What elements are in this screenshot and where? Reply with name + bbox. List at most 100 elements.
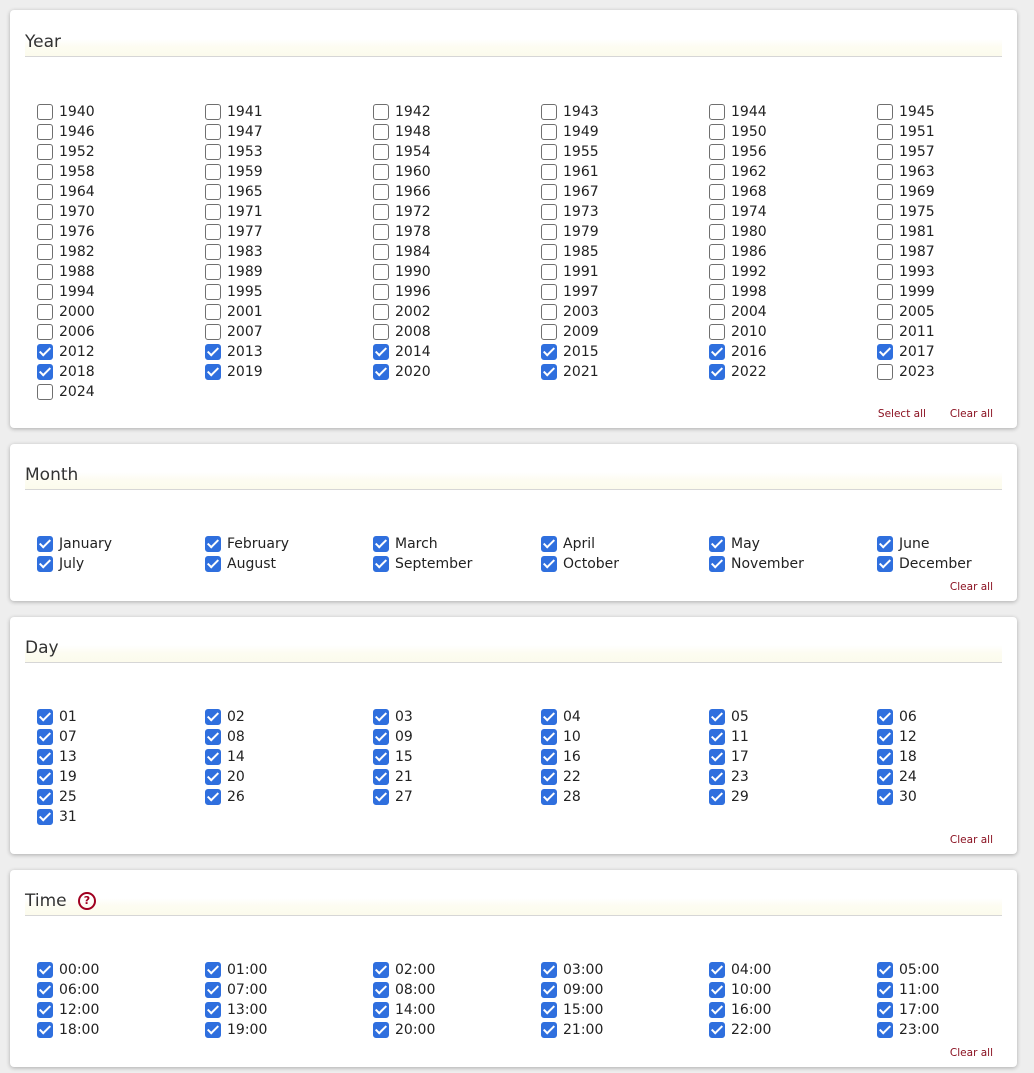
day-option-03[interactable]: 03: [373, 707, 541, 727]
checkbox-unchecked-icon[interactable]: [541, 304, 557, 320]
day-option-19[interactable]: 19: [37, 767, 205, 787]
checkbox-unchecked-icon[interactable]: [373, 224, 389, 240]
checkbox-unchecked-icon[interactable]: [37, 184, 53, 200]
checkbox-unchecked-icon[interactable]: [877, 144, 893, 160]
checkbox-checked-icon[interactable]: [205, 769, 221, 785]
month-option-January[interactable]: January: [37, 534, 205, 554]
checkbox-checked-icon[interactable]: [541, 962, 557, 978]
time-option-2200[interactable]: 22:00: [709, 1020, 877, 1040]
checkbox-unchecked-icon[interactable]: [877, 204, 893, 220]
day-option-30[interactable]: 30: [877, 787, 1034, 807]
checkbox-checked-icon[interactable]: [541, 729, 557, 745]
day-option-09[interactable]: 09: [373, 727, 541, 747]
time-option-0900[interactable]: 09:00: [541, 980, 709, 1000]
checkbox-checked-icon[interactable]: [541, 344, 557, 360]
checkbox-checked-icon[interactable]: [541, 364, 557, 380]
checkbox-unchecked-icon[interactable]: [205, 324, 221, 340]
checkbox-unchecked-icon[interactable]: [37, 304, 53, 320]
checkbox-unchecked-icon[interactable]: [373, 124, 389, 140]
checkbox-checked-icon[interactable]: [373, 344, 389, 360]
year-option-2014[interactable]: 2014: [373, 342, 541, 362]
checkbox-checked-icon[interactable]: [37, 749, 53, 765]
checkbox-unchecked-icon[interactable]: [373, 264, 389, 280]
checkbox-unchecked-icon[interactable]: [205, 224, 221, 240]
checkbox-unchecked-icon[interactable]: [205, 184, 221, 200]
year-option-1960[interactable]: 1960: [373, 162, 541, 182]
year-option-1944[interactable]: 1944: [709, 102, 877, 122]
checkbox-checked-icon[interactable]: [877, 749, 893, 765]
checkbox-unchecked-icon[interactable]: [877, 304, 893, 320]
checkbox-unchecked-icon[interactable]: [709, 204, 725, 220]
day-option-31[interactable]: 31: [37, 807, 205, 827]
year-clear-all-link[interactable]: Clear all: [950, 408, 993, 420]
year-option-1997[interactable]: 1997: [541, 282, 709, 302]
year-option-1943[interactable]: 1943: [541, 102, 709, 122]
day-option-07[interactable]: 07: [37, 727, 205, 747]
checkbox-unchecked-icon[interactable]: [541, 104, 557, 120]
year-option-1972[interactable]: 1972: [373, 202, 541, 222]
time-option-0800[interactable]: 08:00: [373, 980, 541, 1000]
year-option-2008[interactable]: 2008: [373, 322, 541, 342]
checkbox-unchecked-icon[interactable]: [541, 164, 557, 180]
checkbox-unchecked-icon[interactable]: [877, 164, 893, 180]
year-option-1996[interactable]: 1996: [373, 282, 541, 302]
year-option-1995[interactable]: 1995: [205, 282, 373, 302]
year-option-1940[interactable]: 1940: [37, 102, 205, 122]
year-option-1979[interactable]: 1979: [541, 222, 709, 242]
checkbox-unchecked-icon[interactable]: [877, 124, 893, 140]
checkbox-unchecked-icon[interactable]: [205, 124, 221, 140]
month-option-February[interactable]: February: [205, 534, 373, 554]
year-option-1942[interactable]: 1942: [373, 102, 541, 122]
checkbox-unchecked-icon[interactable]: [205, 164, 221, 180]
year-option-1946[interactable]: 1946: [37, 122, 205, 142]
checkbox-unchecked-icon[interactable]: [877, 324, 893, 340]
checkbox-checked-icon[interactable]: [37, 1002, 53, 1018]
checkbox-checked-icon[interactable]: [37, 789, 53, 805]
checkbox-checked-icon[interactable]: [373, 1002, 389, 1018]
year-option-1982[interactable]: 1982: [37, 242, 205, 262]
year-option-1993[interactable]: 1993: [877, 262, 1034, 282]
checkbox-checked-icon[interactable]: [373, 364, 389, 380]
checkbox-checked-icon[interactable]: [709, 364, 725, 380]
checkbox-unchecked-icon[interactable]: [205, 264, 221, 280]
year-option-2019[interactable]: 2019: [205, 362, 373, 382]
day-option-27[interactable]: 27: [373, 787, 541, 807]
checkbox-unchecked-icon[interactable]: [373, 284, 389, 300]
checkbox-unchecked-icon[interactable]: [37, 264, 53, 280]
year-option-2023[interactable]: 2023: [877, 362, 1034, 382]
year-option-2010[interactable]: 2010: [709, 322, 877, 342]
year-option-2011[interactable]: 2011: [877, 322, 1034, 342]
year-option-2009[interactable]: 2009: [541, 322, 709, 342]
year-option-1970[interactable]: 1970: [37, 202, 205, 222]
checkbox-checked-icon[interactable]: [205, 962, 221, 978]
checkbox-checked-icon[interactable]: [37, 536, 53, 552]
year-option-2022[interactable]: 2022: [709, 362, 877, 382]
checkbox-checked-icon[interactable]: [709, 1022, 725, 1038]
year-option-2012[interactable]: 2012: [37, 342, 205, 362]
day-option-18[interactable]: 18: [877, 747, 1034, 767]
checkbox-unchecked-icon[interactable]: [373, 104, 389, 120]
year-option-2024[interactable]: 2024: [37, 382, 205, 402]
year-option-1977[interactable]: 1977: [205, 222, 373, 242]
year-option-1965[interactable]: 1965: [205, 182, 373, 202]
time-option-0200[interactable]: 02:00: [373, 960, 541, 980]
year-option-1990[interactable]: 1990: [373, 262, 541, 282]
time-option-2100[interactable]: 21:00: [541, 1020, 709, 1040]
year-option-1948[interactable]: 1948: [373, 122, 541, 142]
checkbox-checked-icon[interactable]: [541, 709, 557, 725]
day-option-26[interactable]: 26: [205, 787, 373, 807]
month-option-June[interactable]: June: [877, 534, 1034, 554]
year-option-1952[interactable]: 1952: [37, 142, 205, 162]
checkbox-unchecked-icon[interactable]: [877, 264, 893, 280]
checkbox-unchecked-icon[interactable]: [709, 124, 725, 140]
day-option-12[interactable]: 12: [877, 727, 1034, 747]
time-option-0400[interactable]: 04:00: [709, 960, 877, 980]
day-option-16[interactable]: 16: [541, 747, 709, 767]
month-option-September[interactable]: September: [373, 554, 541, 574]
year-option-2020[interactable]: 2020: [373, 362, 541, 382]
month-option-October[interactable]: October: [541, 554, 709, 574]
checkbox-checked-icon[interactable]: [373, 1022, 389, 1038]
checkbox-checked-icon[interactable]: [877, 709, 893, 725]
checkbox-unchecked-icon[interactable]: [709, 244, 725, 260]
year-option-1967[interactable]: 1967: [541, 182, 709, 202]
